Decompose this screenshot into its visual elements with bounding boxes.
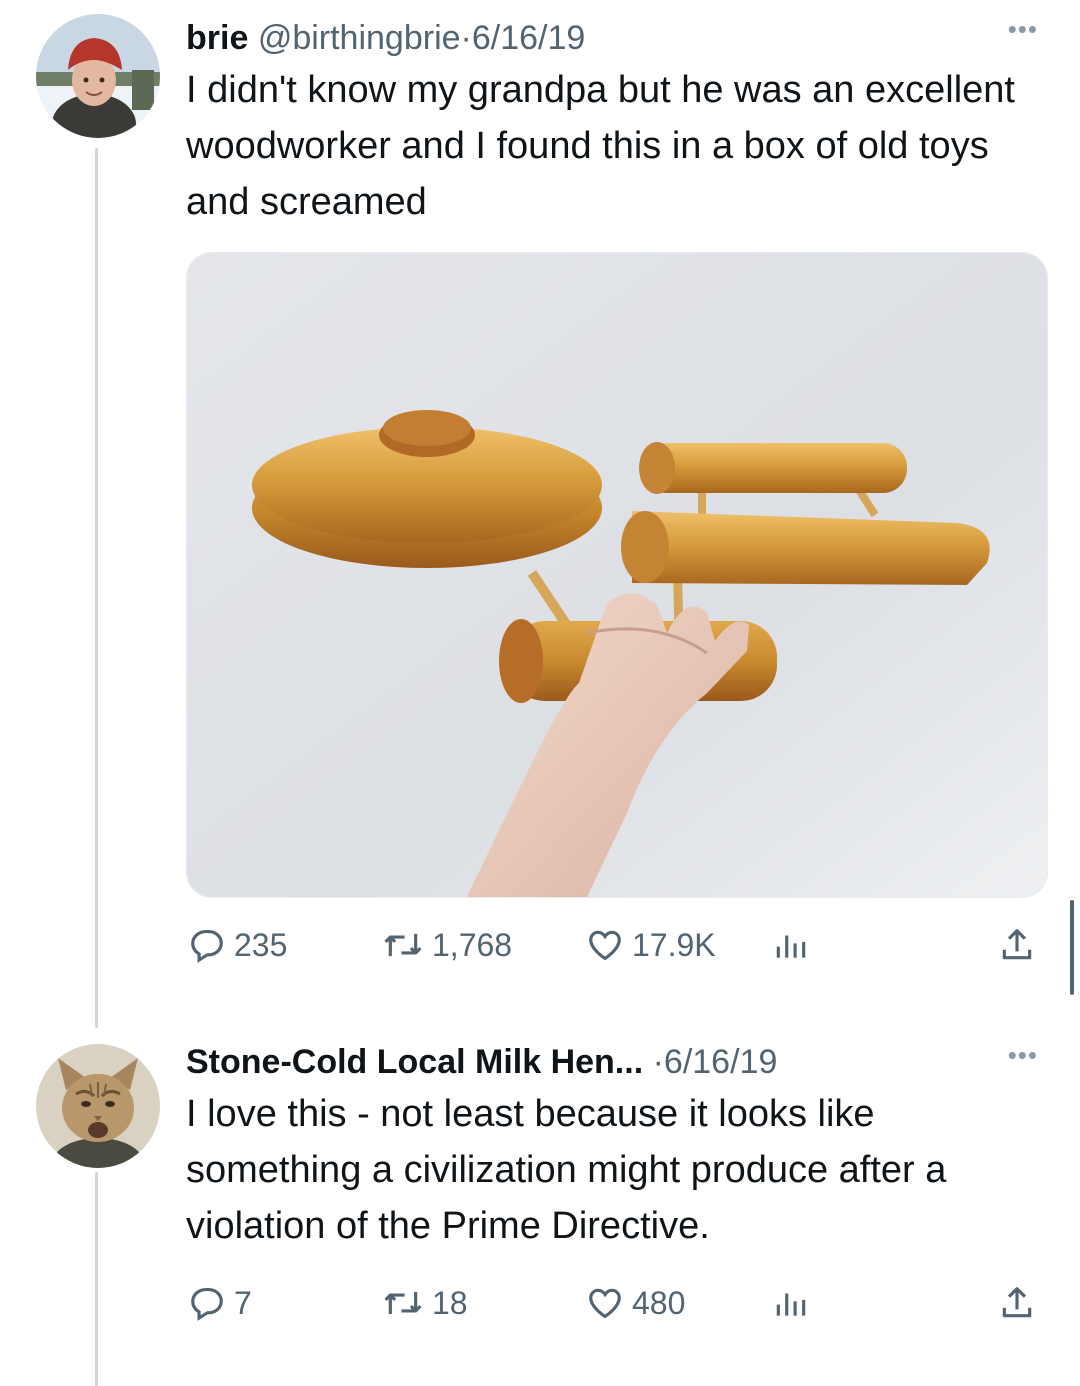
share-upload-icon [1002,1287,1032,1318]
thread-connector [95,1172,98,1386]
tweet[interactable]: brie @birthingbrie·6/16/19 I didn't know… [186,18,1046,230]
views-button[interactable] [772,1278,810,1328]
timestamp[interactable]: 6/16/19 [472,19,585,57]
more-dots-icon[interactable]: ••• [1008,1040,1038,1071]
display-name[interactable]: brie [186,19,248,57]
views-button[interactable] [772,920,810,970]
like-button[interactable]: 17.9K [586,920,716,970]
reply-count: 235 [234,926,288,963]
share-upload-icon [1002,929,1032,960]
reply-button[interactable]: 235 [188,920,287,970]
like-count: 480 [632,1284,686,1321]
wooden-starship-toy-photo [187,253,1047,897]
person-red-hat-avatar-icon [36,14,160,138]
like-button[interactable]: 480 [586,1278,685,1328]
heart-icon [589,1288,621,1319]
tweet-header: brie @birthingbrie·6/16/19 [186,18,1046,58]
scrollbar[interactable] [1070,900,1074,995]
reply-bubble-icon [191,929,223,963]
share-button[interactable] [998,920,1036,970]
thread-connector [95,148,98,1028]
reply-bubble-icon [191,1287,223,1321]
heart-icon [589,930,621,961]
more-dots-icon[interactable]: ••• [1008,14,1038,45]
retweet-button[interactable]: 1,768 [382,920,512,970]
retweet-count: 18 [432,1284,468,1321]
analytics-bars-icon [776,935,806,958]
retweet-count: 1,768 [432,926,513,963]
analytics-bars-icon [776,1293,806,1316]
retweet-button[interactable]: 18 [382,1278,468,1328]
tweet-media[interactable] [186,252,1048,898]
tweet-text: I love this - not least because it looks… [186,1093,947,1247]
display-name[interactable]: Stone-Cold Local Milk Hen... [186,1043,643,1081]
reply-tweet[interactable]: Stone-Cold Local Milk Hen... ·6/16/19 I … [186,1042,1046,1254]
reply-count: 7 [234,1284,252,1321]
separator-dot: · [652,1043,664,1081]
retweet-arrows-icon [384,1291,422,1315]
share-button[interactable] [998,1278,1036,1328]
cat-avatar-icon [36,1044,160,1168]
tweet-actions: 7 18 480 [186,1278,1046,1328]
tweet-thread: brie @birthingbrie·6/16/19 I didn't know… [0,0,1080,1386]
avatar[interactable] [36,1044,160,1168]
reply-button[interactable]: 7 [188,1278,252,1328]
separator-dot: · [460,19,472,57]
avatar[interactable] [36,14,160,138]
tweet-header: Stone-Cold Local Milk Hen... ·6/16/19 [186,1042,1046,1082]
timestamp[interactable]: 6/16/19 [664,1043,777,1081]
tweet-text: I didn't know my grandpa but he was an e… [186,69,1015,223]
like-count: 17.9K [632,926,716,963]
handle[interactable]: @birthingbrie [258,19,461,57]
retweet-arrows-icon [384,933,422,957]
tweet-actions: 235 1,768 17.9K [186,920,1046,970]
